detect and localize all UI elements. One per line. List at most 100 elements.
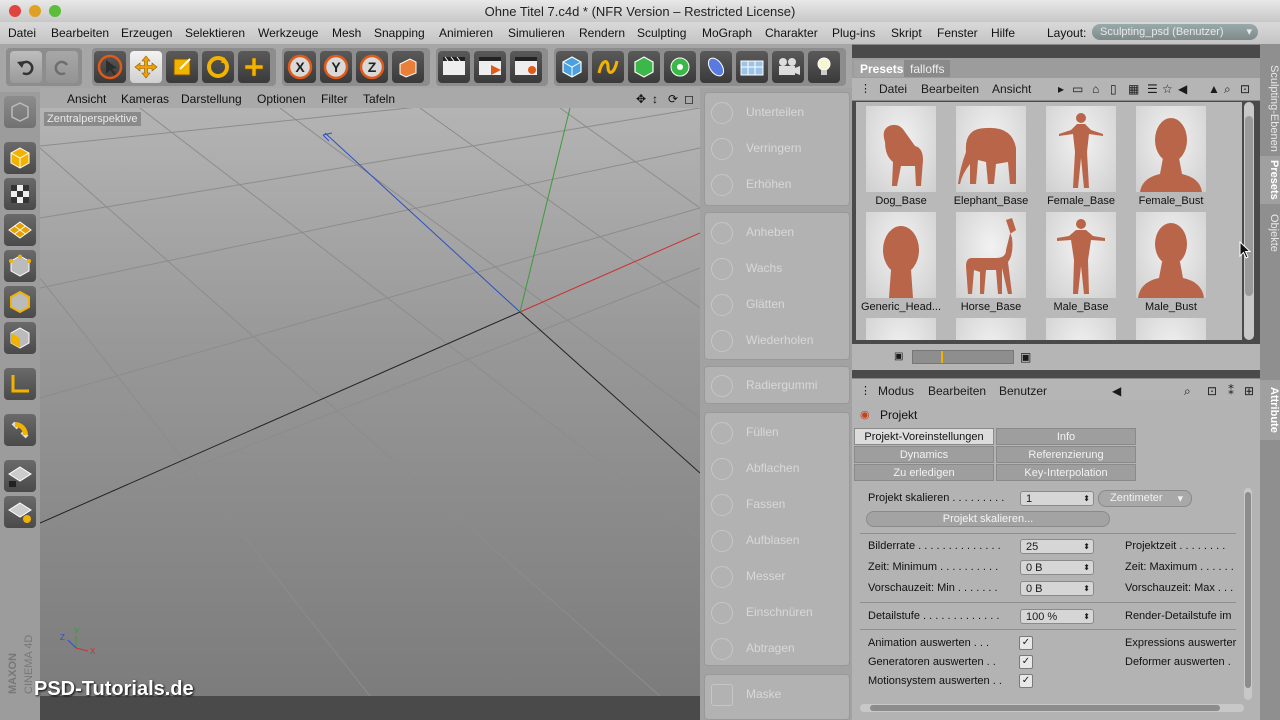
vorschauzeit-min-field[interactable]: 0 B ⬍ bbox=[1020, 581, 1094, 596]
preset-item-partial[interactable] bbox=[856, 318, 946, 340]
preset-item[interactable]: Male_Bust bbox=[1126, 212, 1216, 313]
menu-skript[interactable]: Skript bbox=[891, 26, 922, 40]
attribute-lock-icon[interactable]: ⊡ bbox=[1207, 384, 1217, 398]
stepper-icon[interactable]: ⬍ bbox=[1083, 561, 1090, 575]
preset-item[interactable]: Male_Base bbox=[1036, 212, 1126, 313]
attribute-back-icon[interactable]: ◀ bbox=[1112, 384, 1121, 398]
viewport-move-icon[interactable]: ✥ bbox=[636, 92, 646, 106]
make-editable-button[interactable] bbox=[4, 96, 36, 128]
thumbnail-size-slider[interactable] bbox=[912, 350, 1014, 364]
menu-mograph[interactable]: MoGraph bbox=[702, 26, 752, 40]
sculpt-glaetten-button[interactable]: Glätten bbox=[705, 287, 849, 321]
render-picture-viewer-button[interactable] bbox=[474, 51, 506, 83]
detailstufe-field[interactable]: 100 % ⬍ bbox=[1020, 609, 1094, 624]
menu-fenster[interactable]: Fenster bbox=[937, 26, 978, 40]
texture-mode-button[interactable] bbox=[4, 178, 36, 210]
workplane-mode-button[interactable] bbox=[4, 214, 36, 246]
attribute-menu-modus[interactable]: Modus bbox=[878, 384, 914, 398]
presets-list-icon[interactable]: ☰ bbox=[1147, 82, 1158, 96]
projekt-skalieren-button[interactable]: Projekt skalieren... bbox=[866, 511, 1110, 527]
move-tool-button[interactable] bbox=[130, 51, 162, 83]
axis-mode-button[interactable] bbox=[4, 368, 36, 400]
menu-charakter[interactable]: Charakter bbox=[765, 26, 818, 40]
stepper-icon[interactable]: ⬍ bbox=[1083, 540, 1090, 554]
menu-sculpting[interactable]: Sculpting bbox=[637, 26, 686, 40]
presets-back-icon[interactable]: ◀ bbox=[1178, 82, 1187, 96]
light-button[interactable] bbox=[808, 51, 840, 83]
sculpt-abflachen-button[interactable]: Abflachen bbox=[705, 451, 849, 485]
presets-up-icon[interactable]: ▲ bbox=[1208, 82, 1220, 96]
preset-item-partial[interactable] bbox=[1036, 318, 1126, 340]
preset-item[interactable]: Female_Bust bbox=[1126, 106, 1216, 207]
viewport-menu-filter[interactable]: Filter bbox=[321, 92, 348, 106]
sculpt-messer-button[interactable]: Messer bbox=[705, 559, 849, 593]
presets-scrollbar-thumb[interactable] bbox=[1245, 116, 1253, 296]
sculpt-aufblasen-button[interactable]: Aufblasen bbox=[705, 523, 849, 557]
unit-select[interactable]: Zentimeter ▾ bbox=[1098, 490, 1192, 507]
presets-menu-ansicht[interactable]: Ansicht bbox=[992, 82, 1031, 96]
attribute-vertical-scrollbar[interactable] bbox=[1244, 488, 1252, 700]
tab-referenzierung[interactable]: Referenzierung bbox=[996, 446, 1136, 463]
large-thumbnail-icon[interactable]: ▣ bbox=[1020, 350, 1031, 364]
menu-selektieren[interactable]: Selektieren bbox=[185, 26, 245, 40]
preset-item[interactable]: Generic_Head... bbox=[856, 212, 946, 313]
presets-star-icon[interactable]: ☆ bbox=[1162, 82, 1173, 96]
small-thumbnail-icon[interactable]: ▣ bbox=[894, 351, 903, 362]
menu-hilfe[interactable]: Hilfe bbox=[991, 26, 1015, 40]
tab-projekt-voreinstellungen[interactable]: Projekt-Voreinstellungen bbox=[854, 428, 994, 445]
sculpt-abtragen-button[interactable]: Abtragen bbox=[705, 631, 849, 665]
side-tab-objekte[interactable]: Objekte bbox=[1260, 208, 1280, 258]
layout-select[interactable]: Sculpting_psd (Benutzer) ▾ bbox=[1092, 24, 1258, 40]
viewport-rotate-icon[interactable]: ⟳ bbox=[668, 92, 678, 106]
points-mode-button[interactable] bbox=[4, 250, 36, 282]
presets-scrollbar[interactable] bbox=[1244, 102, 1254, 340]
viewport-3d[interactable]: Y X Z Zentralperspektive bbox=[40, 108, 700, 696]
preset-item-partial[interactable] bbox=[1126, 318, 1216, 340]
sculpt-unterteilen-button[interactable]: Unterteilen bbox=[705, 95, 849, 129]
sculpt-anheben-button[interactable]: Anheben bbox=[705, 215, 849, 249]
attribute-link-icon[interactable]: ⁑ bbox=[1228, 384, 1234, 398]
side-tab-sculpting-ebenen[interactable]: Sculpting-Ebenen bbox=[1260, 52, 1280, 164]
stepper-icon[interactable]: ⬍ bbox=[1083, 610, 1090, 624]
edges-mode-button[interactable] bbox=[4, 286, 36, 318]
attribute-menu-benutzer[interactable]: Benutzer bbox=[999, 384, 1047, 398]
attribute-vertical-scrollbar-thumb[interactable] bbox=[1245, 492, 1251, 688]
render-settings-button[interactable] bbox=[510, 51, 542, 83]
slider-handle[interactable] bbox=[941, 351, 943, 363]
workplane-snap-button[interactable] bbox=[4, 496, 36, 528]
presets-lock-icon[interactable]: ⊡ bbox=[1240, 82, 1250, 96]
stepper-icon[interactable]: ⬍ bbox=[1083, 582, 1090, 596]
tab-dynamics[interactable]: Dynamics bbox=[854, 446, 994, 463]
sculpt-erhoehen-button[interactable]: Erhöhen bbox=[705, 167, 849, 201]
tab-presets[interactable]: Presets bbox=[854, 60, 910, 77]
scale-tool-button[interactable] bbox=[166, 51, 198, 83]
presets-menu-datei[interactable]: Datei bbox=[879, 82, 907, 96]
snap-button[interactable] bbox=[4, 414, 36, 446]
model-mode-button[interactable] bbox=[4, 142, 36, 174]
generatoren-auswerten-checkbox[interactable]: ✓ bbox=[1019, 655, 1033, 669]
bilderrate-field[interactable]: 25 ⬍ bbox=[1020, 539, 1094, 554]
presets-search-icon[interactable]: ⌕ bbox=[1224, 82, 1231, 97]
presets-menu-bearbeiten[interactable]: Bearbeiten bbox=[921, 82, 979, 96]
polygons-mode-button[interactable] bbox=[4, 322, 36, 354]
projekt-skalieren-field[interactable]: 1 ⬍ bbox=[1020, 491, 1094, 506]
preset-item[interactable]: Female_Base bbox=[1036, 106, 1126, 207]
side-tab-presets[interactable]: Presets bbox=[1260, 156, 1280, 204]
menu-bearbeiten[interactable]: Bearbeiten bbox=[51, 26, 109, 40]
viewport-menu-darstellung[interactable]: Darstellung bbox=[181, 92, 242, 106]
rotate-tool-button[interactable] bbox=[202, 51, 234, 83]
motionsystem-auswerten-checkbox[interactable]: ✓ bbox=[1019, 674, 1033, 688]
tab-zu-erledigen[interactable]: Zu erledigen bbox=[854, 464, 994, 481]
menu-plugins[interactable]: Plug-ins bbox=[832, 26, 875, 40]
array-button[interactable] bbox=[664, 51, 696, 83]
select-tool-button[interactable] bbox=[94, 51, 126, 83]
sculpt-verringern-button[interactable]: Verringern bbox=[705, 131, 849, 165]
presets-jar-icon[interactable]: ▯ bbox=[1110, 82, 1117, 96]
viewport-zoom-icon[interactable]: ↕ bbox=[652, 92, 658, 106]
deformer-button[interactable] bbox=[700, 51, 732, 83]
tab-key-interpolation[interactable]: Key-Interpolation bbox=[996, 464, 1136, 481]
presets-more-icon[interactable]: ▸ bbox=[1058, 82, 1064, 96]
y-axis-button[interactable]: Y bbox=[320, 51, 352, 83]
tab-info[interactable]: Info bbox=[996, 428, 1136, 445]
attribute-menu-bearbeiten[interactable]: Bearbeiten bbox=[928, 384, 986, 398]
